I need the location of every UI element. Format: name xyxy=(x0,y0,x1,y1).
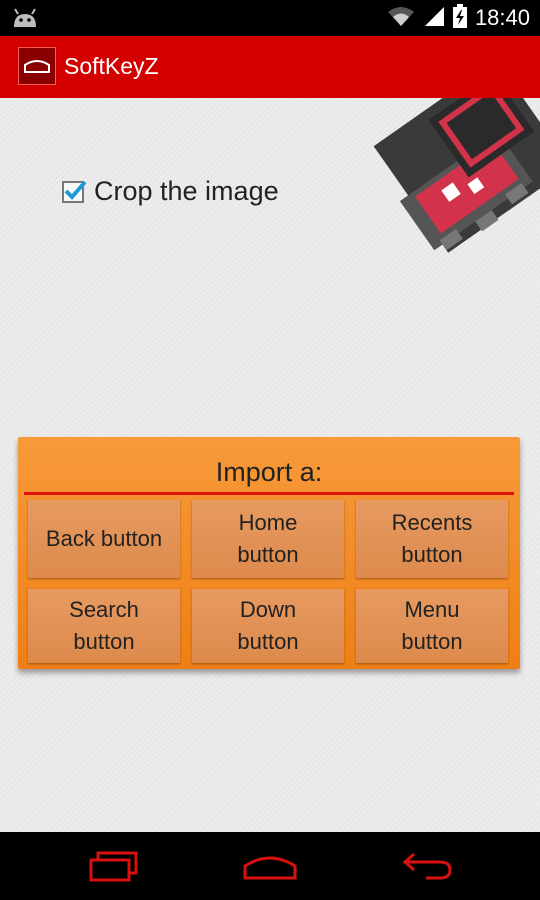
tile-label: button xyxy=(401,542,463,567)
tile-label: button xyxy=(401,629,463,654)
action-bar: SoftKeyZ xyxy=(0,36,540,98)
wifi-icon xyxy=(387,5,415,32)
tile-label: Home xyxy=(238,510,298,535)
import-search-button[interactable]: Search button xyxy=(28,589,180,663)
tile-label: button xyxy=(237,542,299,567)
import-panel: Import a: Back button Home button Recents… xyxy=(18,437,520,669)
import-panel-title: Import a: xyxy=(215,457,323,487)
home-key-icon[interactable] xyxy=(18,47,56,85)
signal-icon xyxy=(423,5,445,32)
navigation-bar xyxy=(0,832,540,900)
android-debug-icon xyxy=(12,8,38,33)
checkmark-icon xyxy=(64,180,87,200)
panel-divider xyxy=(24,492,514,495)
app-title: SoftKeyZ xyxy=(64,53,159,79)
tile-label: button xyxy=(237,629,299,654)
import-menu-button[interactable]: Menu button xyxy=(356,589,508,663)
crop-label: Crop the image xyxy=(94,176,279,206)
import-home-button[interactable]: Home button xyxy=(192,500,344,578)
crop-checkbox[interactable] xyxy=(62,180,87,203)
pixel-art-decoration xyxy=(373,98,540,253)
main-content: Crop the image Import a: Back button Hom… xyxy=(0,98,540,832)
tile-label: button xyxy=(73,629,135,654)
crop-option[interactable]: Crop the image xyxy=(62,176,279,207)
import-down-button[interactable]: Down button xyxy=(192,589,344,663)
tile-label: Recents xyxy=(391,510,473,535)
import-button-grid: Back button Home button Recents button Sea… xyxy=(28,500,510,664)
tile-label: Search xyxy=(69,597,139,622)
battery-charging-icon xyxy=(452,3,467,33)
status-bar: 18:40 xyxy=(0,0,540,36)
recents-nav-icon[interactable] xyxy=(88,844,140,889)
back-nav-icon[interactable] xyxy=(402,844,454,889)
tile-label: Down xyxy=(239,597,297,622)
import-recents-button[interactable]: Recents button xyxy=(356,500,508,578)
import-back-button[interactable]: Back button xyxy=(28,500,180,578)
tile-label: Back button xyxy=(45,526,163,551)
home-nav-icon[interactable] xyxy=(242,844,298,889)
status-clock: 18:40 xyxy=(474,5,530,30)
tile-label: Menu xyxy=(404,597,460,622)
